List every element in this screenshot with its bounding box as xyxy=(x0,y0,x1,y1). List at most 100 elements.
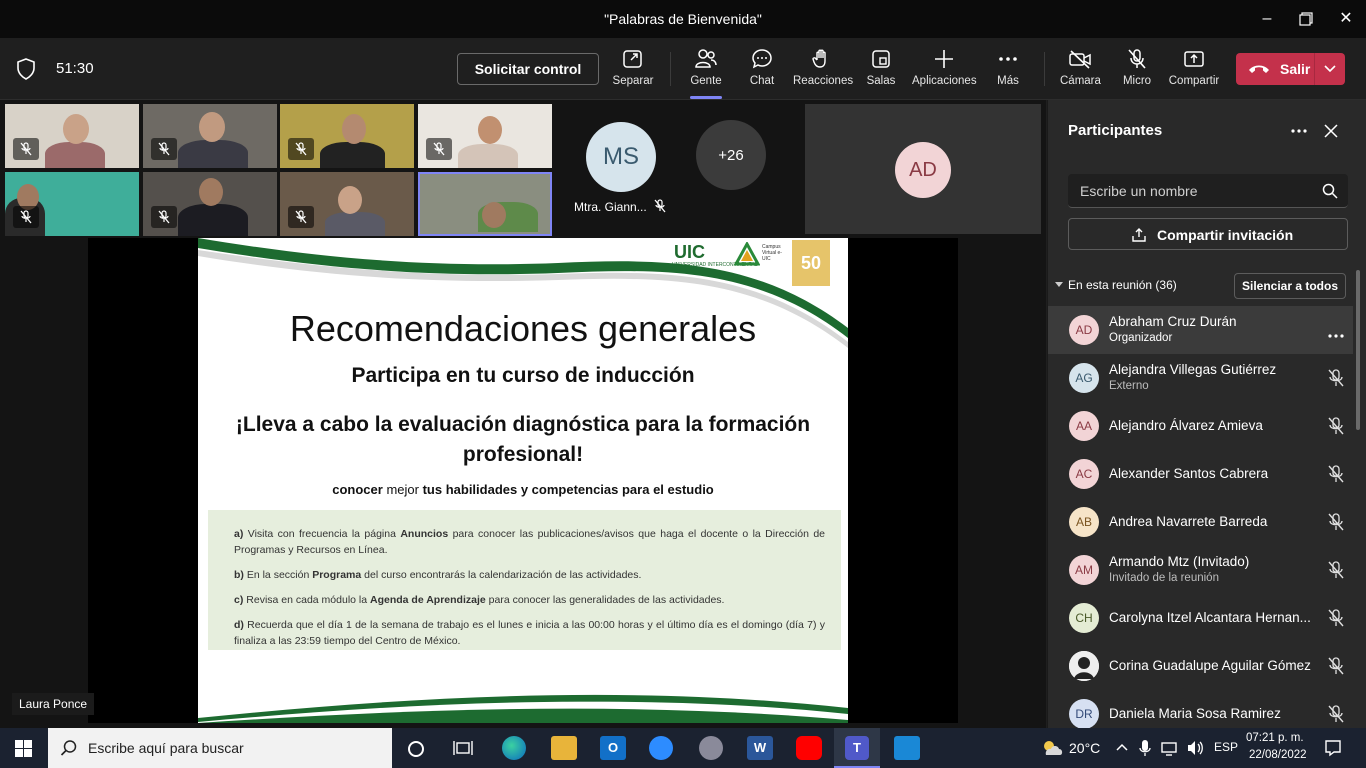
zoom-icon[interactable] xyxy=(649,736,673,760)
avatar: AD xyxy=(1069,315,1099,345)
chevron-down-icon[interactable] xyxy=(1324,64,1336,74)
notifications-icon[interactable] xyxy=(1324,739,1342,757)
weather-temperature[interactable]: 20°C xyxy=(1069,740,1100,756)
reactions-icon xyxy=(811,49,826,68)
people-icon xyxy=(695,49,717,68)
more-options-icon[interactable] xyxy=(1291,128,1307,134)
more-participants-button[interactable]: +26 xyxy=(696,120,766,190)
mic-off-icon xyxy=(151,206,177,228)
leave-button[interactable]: Salir xyxy=(1236,53,1345,85)
leave-divider xyxy=(1314,53,1315,85)
edge-icon[interactable] xyxy=(502,736,526,760)
paint-icon[interactable] xyxy=(699,736,723,760)
avatar: AM xyxy=(1069,555,1099,585)
window-title: "Palabras de Bienvenida" xyxy=(604,11,762,27)
request-control-button[interactable]: Solicitar control xyxy=(457,53,599,85)
mic-off-icon xyxy=(1328,513,1344,536)
participant-name: Alexander Santos Cabrera xyxy=(1109,466,1269,481)
share-button[interactable]: Compartir xyxy=(1168,48,1220,87)
participant-row[interactable]: AM Armando Mtz (Invitado) Invitado de la r… xyxy=(1048,546,1353,594)
close-icon[interactable]: ✕ xyxy=(1334,8,1358,30)
mic-button[interactable]: Micro xyxy=(1121,48,1153,87)
weather-cloud-icon[interactable] xyxy=(1040,739,1064,757)
mic-label: Micro xyxy=(1122,75,1152,87)
presentation-slide: UIC UNIVERSIDAD INTERCONTINENTAL Campus … xyxy=(198,238,848,723)
participant-row[interactable]: Corina Guadalupe Aguilar Gómez xyxy=(1048,642,1353,690)
file-explorer-icon[interactable] xyxy=(551,736,577,760)
video-tile[interactable] xyxy=(5,172,139,236)
microphone-tray-icon[interactable] xyxy=(1139,739,1151,757)
participant-row[interactable]: AA Alejandro Álvarez Amieva xyxy=(1048,402,1353,450)
network-icon[interactable] xyxy=(1160,740,1178,756)
participant-row[interactable]: AC Alexander Santos Cabrera xyxy=(1048,450,1353,498)
people-label: Gente xyxy=(690,75,722,87)
scrollbar[interactable] xyxy=(1356,270,1360,430)
people-button[interactable]: Gente xyxy=(688,48,724,99)
share-icon xyxy=(1184,51,1204,67)
apps-button[interactable]: Aplicaciones xyxy=(912,48,977,87)
meeting-toolbar: 51:30 Solicitar control Separar Gente Ch… xyxy=(0,38,1366,100)
video-tile-active[interactable] xyxy=(418,172,552,236)
participant-row[interactable]: CH Carolyna Itzel Alcantara Hernan... xyxy=(1048,594,1353,642)
mic-off-icon xyxy=(654,199,666,213)
avatar: DR xyxy=(1069,699,1099,729)
avatar[interactable]: MS xyxy=(586,122,656,192)
minimize-icon[interactable]: – xyxy=(1255,8,1279,30)
more-button[interactable]: Más xyxy=(994,48,1022,87)
mute-all-button[interactable]: Silenciar a todos xyxy=(1234,273,1346,299)
participant-name: Carolyna Itzel Alcantara Hernan... xyxy=(1109,610,1311,625)
camera-button[interactable]: Cámara xyxy=(1060,48,1101,87)
popout-button[interactable]: Separar xyxy=(612,48,654,87)
video-tile[interactable] xyxy=(143,172,277,236)
mic-off-icon xyxy=(151,138,177,160)
video-tile[interactable] xyxy=(418,104,552,168)
taskbar-search-input[interactable]: Escribe aquí para buscar xyxy=(48,728,392,768)
volume-icon[interactable] xyxy=(1186,740,1204,756)
avatar: AA xyxy=(1069,411,1099,441)
outlook-icon[interactable]: O xyxy=(600,736,626,760)
participant-row[interactable]: AG Alejandra Villegas Gutiérrez Externo xyxy=(1048,354,1353,402)
campus-logo-text: Campus Virtual e-UIC xyxy=(762,244,782,262)
share-invite-button[interactable]: Compartir invitación xyxy=(1068,218,1348,250)
chat-button[interactable]: Chat xyxy=(747,48,777,87)
avatar: AB xyxy=(1069,507,1099,537)
youtube-icon[interactable] xyxy=(796,736,822,760)
avatar: AG xyxy=(1069,363,1099,393)
chevron-up-icon[interactable] xyxy=(1116,742,1128,752)
participant-search-input[interactable]: Escribe un nombre xyxy=(1068,174,1348,208)
participant-options-icon[interactable] xyxy=(1328,326,1344,344)
maximize-icon[interactable] xyxy=(1294,8,1318,30)
chevron-down-icon[interactable] xyxy=(1055,282,1063,288)
language-indicator[interactable]: ESP xyxy=(1214,740,1238,754)
reactions-button[interactable]: Reacciones xyxy=(793,48,853,87)
video-tile[interactable] xyxy=(280,104,414,168)
shield-icon xyxy=(16,58,36,85)
slide-subtitle: Participa en tu curso de inducción xyxy=(351,364,695,387)
video-tile[interactable] xyxy=(5,104,139,168)
apps-plus-icon xyxy=(935,50,953,68)
participant-name: Daniela Maria Sosa Ramirez xyxy=(1109,706,1281,721)
avatar: AD xyxy=(895,142,951,198)
participant-tile-name: Mtra. Giann... xyxy=(574,200,647,214)
video-tile[interactable]: AD xyxy=(805,104,1041,234)
windows-taskbar: Escribe aquí para buscar O W T 20°C ESP … xyxy=(0,728,1366,768)
rooms-button[interactable]: Salas xyxy=(866,48,896,87)
video-tile[interactable] xyxy=(280,172,414,236)
in-meeting-section[interactable]: En esta reunión (36) xyxy=(1068,278,1177,292)
campus-logo-icon xyxy=(734,242,760,266)
task-view-icon[interactable] xyxy=(453,740,473,756)
windows-start-icon[interactable] xyxy=(15,740,32,757)
clock-time[interactable]: 07:21 p. m. xyxy=(1246,732,1304,744)
teams-taskbar-button[interactable]: T xyxy=(834,728,880,768)
word-icon[interactable]: W xyxy=(747,736,773,760)
participant-row[interactable]: AB Andrea Navarrete Barreda xyxy=(1048,498,1353,546)
close-panel-icon[interactable] xyxy=(1324,124,1338,138)
mic-off-icon xyxy=(1328,561,1344,584)
participant-name: Abraham Cruz Durán xyxy=(1109,314,1237,329)
video-tile[interactable] xyxy=(143,104,277,168)
media-player-icon[interactable] xyxy=(894,736,920,760)
cortana-icon[interactable] xyxy=(407,740,425,758)
avatar: CH xyxy=(1069,603,1099,633)
clock-date[interactable]: 22/08/2022 xyxy=(1249,749,1307,761)
participant-row[interactable]: AD Abraham Cruz Durán Organizador xyxy=(1048,306,1353,354)
